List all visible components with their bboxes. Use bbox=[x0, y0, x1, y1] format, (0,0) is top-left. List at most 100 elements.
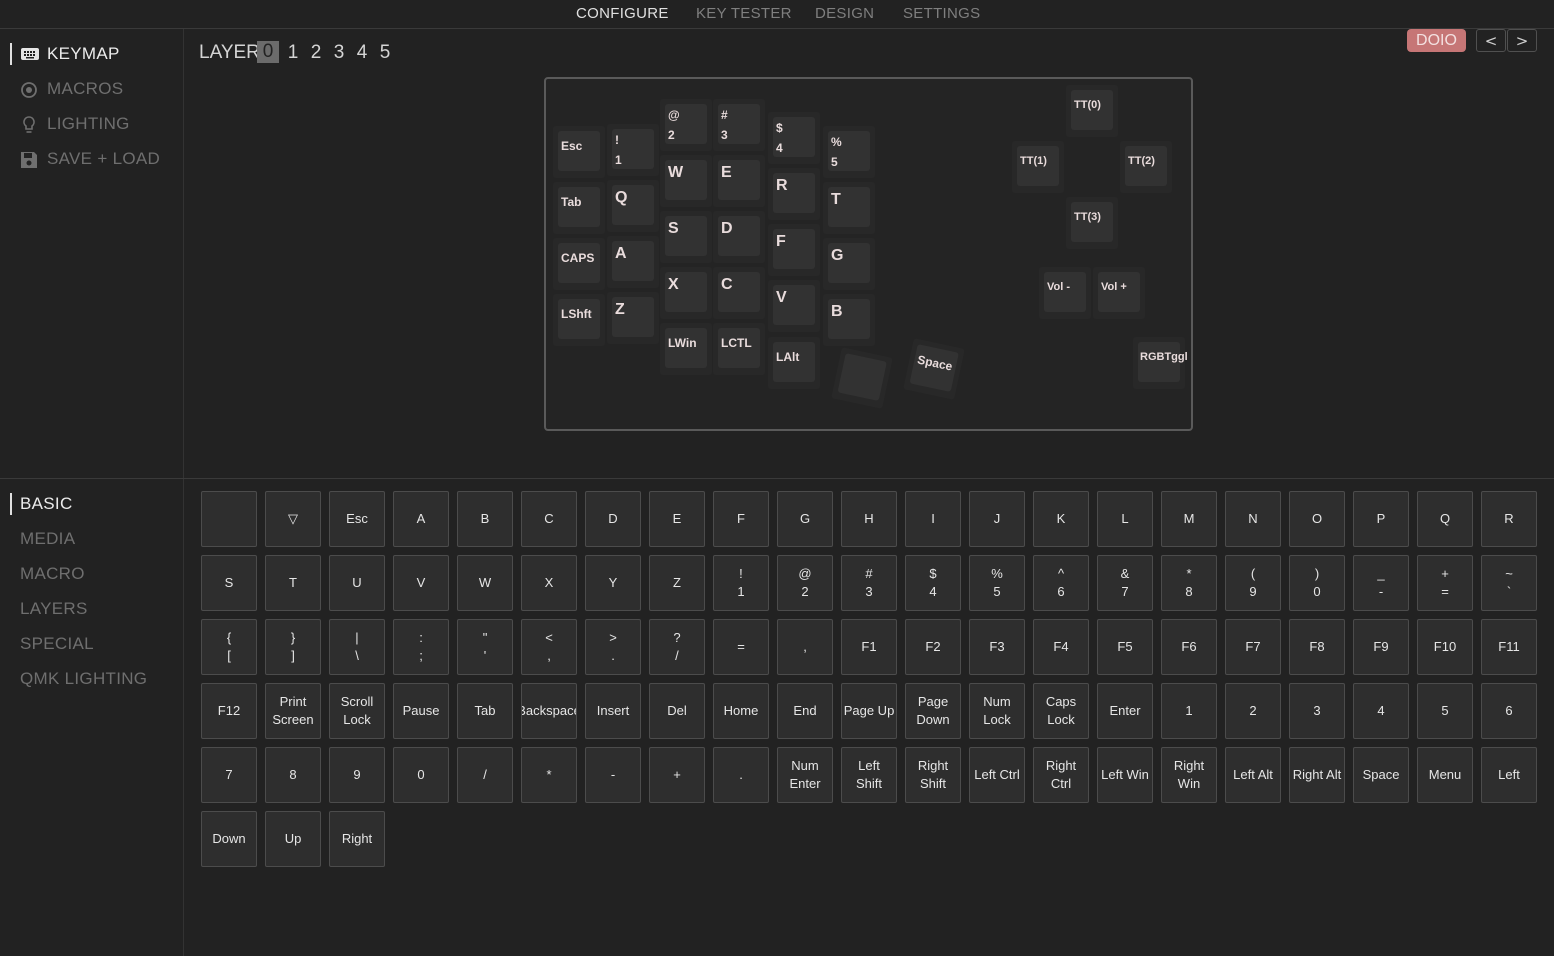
keycode-button[interactable]: # 3 bbox=[841, 555, 897, 611]
keyboard-key-space[interactable]: Space bbox=[903, 338, 965, 400]
keycode-button[interactable]: ^ 6 bbox=[1033, 555, 1089, 611]
keycode-button[interactable]: Q bbox=[1417, 491, 1473, 547]
keycode-button[interactable]: + bbox=[649, 747, 705, 803]
keycode-button[interactable]: Insert bbox=[585, 683, 641, 739]
keycode-button[interactable]: _ - bbox=[1353, 555, 1409, 611]
keycode-button[interactable]: F11 bbox=[1481, 619, 1537, 675]
keyboard-key[interactable]: D bbox=[713, 211, 765, 263]
keyboard-key[interactable]: $ 4 bbox=[768, 112, 820, 164]
keycode-button[interactable]: 7 bbox=[201, 747, 257, 803]
keycode-button[interactable]: A bbox=[393, 491, 449, 547]
sidebar-item-save-load[interactable]: SAVE + LOAD bbox=[20, 149, 160, 169]
keycode-button[interactable]: Space bbox=[1353, 747, 1409, 803]
keycode-button[interactable]: F10 bbox=[1417, 619, 1473, 675]
keycode-button[interactable]: 4 bbox=[1353, 683, 1409, 739]
keyboard-key[interactable]: X bbox=[660, 267, 712, 319]
keycode-button[interactable]: - bbox=[585, 747, 641, 803]
keycode-button[interactable]: ▽ bbox=[265, 491, 321, 547]
keycode-button[interactable]: X bbox=[521, 555, 577, 611]
keycode-button[interactable]: F2 bbox=[905, 619, 961, 675]
keycode-button[interactable]: Caps Lock bbox=[1033, 683, 1089, 739]
keyboard-key[interactable]: CAPS bbox=[553, 238, 605, 290]
keycode-button[interactable]: F6 bbox=[1161, 619, 1217, 675]
keycode-button[interactable]: Right Alt bbox=[1289, 747, 1345, 803]
keyboard-key[interactable]: Vol - bbox=[1039, 267, 1091, 319]
keyboard-key[interactable]: LAlt bbox=[768, 337, 820, 389]
keyboard-key[interactable]: W bbox=[660, 155, 712, 207]
keycode-button[interactable]: Pause bbox=[393, 683, 449, 739]
keycode-button[interactable]: E bbox=[649, 491, 705, 547]
keycode-button[interactable]: K bbox=[1033, 491, 1089, 547]
layer-3-button[interactable]: 3 bbox=[328, 42, 350, 64]
keyboard-key[interactable]: # 3 bbox=[713, 99, 765, 151]
keycode-button[interactable]: ( 9 bbox=[1225, 555, 1281, 611]
tab-settings[interactable]: SETTINGS bbox=[903, 5, 980, 22]
keyboard-key[interactable]: R bbox=[768, 168, 820, 220]
keycode-button[interactable]: Menu bbox=[1417, 747, 1473, 803]
keycode-button[interactable]: Left Ctrl bbox=[969, 747, 1025, 803]
keycode-button[interactable]: Z bbox=[649, 555, 705, 611]
keycode-button[interactable]: = bbox=[713, 619, 769, 675]
keycode-button[interactable]: Scroll Lock bbox=[329, 683, 385, 739]
keycode-button[interactable]: 3 bbox=[1289, 683, 1345, 739]
sidebar-item-lighting[interactable]: LIGHTING bbox=[20, 114, 130, 134]
keycode-button[interactable]: * 8 bbox=[1161, 555, 1217, 611]
prev-device-button[interactable]: < bbox=[1476, 29, 1506, 52]
keycode-button[interactable]: * bbox=[521, 747, 577, 803]
keycode-button[interactable]: Left Alt bbox=[1225, 747, 1281, 803]
keycode-button[interactable]: } ] bbox=[265, 619, 321, 675]
keycode-button[interactable]: < , bbox=[521, 619, 577, 675]
keycode-button[interactable]: Print Screen bbox=[265, 683, 321, 739]
category-macro[interactable]: MACRO bbox=[20, 564, 85, 584]
keycode-button[interactable]: F3 bbox=[969, 619, 1025, 675]
layer-4-button[interactable]: 4 bbox=[351, 42, 373, 64]
keycode-button[interactable]: D bbox=[585, 491, 641, 547]
keycode-button[interactable]: Left Shift bbox=[841, 747, 897, 803]
keyboard-key[interactable]: TT(2) bbox=[1120, 141, 1172, 193]
keycode-button[interactable]: Page Up bbox=[841, 683, 897, 739]
keycode-button[interactable]: F5 bbox=[1097, 619, 1153, 675]
tab-key-tester[interactable]: KEY TESTER bbox=[696, 5, 792, 22]
keycode-button[interactable]: F9 bbox=[1353, 619, 1409, 675]
keyboard-key[interactable]: TT(3) bbox=[1066, 197, 1118, 249]
keyboard-key[interactable]: S bbox=[660, 211, 712, 263]
keycode-button[interactable]: J bbox=[969, 491, 1025, 547]
keyboard-key[interactable]: LWin bbox=[660, 323, 712, 375]
keycode-button[interactable]: Left Win bbox=[1097, 747, 1153, 803]
keycode-button[interactable]: , bbox=[777, 619, 833, 675]
keycode-button[interactable]: : ; bbox=[393, 619, 449, 675]
category-media[interactable]: MEDIA bbox=[20, 529, 75, 549]
device-badge[interactable]: DOIO bbox=[1407, 29, 1466, 52]
tab-design[interactable]: DESIGN bbox=[815, 5, 874, 22]
keycode-button[interactable]: ? / bbox=[649, 619, 705, 675]
keyboard-key[interactable]: G bbox=[823, 238, 875, 290]
keycode-button[interactable]: W bbox=[457, 555, 513, 611]
layer-0-button[interactable]: 0 bbox=[257, 41, 279, 63]
keycode-button[interactable]: $ 4 bbox=[905, 555, 961, 611]
keycode-button[interactable]: 1 bbox=[1161, 683, 1217, 739]
keycode-button[interactable]: Up bbox=[265, 811, 321, 867]
keycode-button[interactable]: S bbox=[201, 555, 257, 611]
keyboard-key[interactable]: F bbox=[768, 224, 820, 276]
keycode-button[interactable] bbox=[201, 491, 257, 547]
keycode-button[interactable]: . bbox=[713, 747, 769, 803]
keyboard-key[interactable]: % 5 bbox=[823, 126, 875, 178]
keycode-button[interactable]: F8 bbox=[1289, 619, 1345, 675]
keycode-button[interactable]: Del bbox=[649, 683, 705, 739]
keycode-button[interactable]: R bbox=[1481, 491, 1537, 547]
keycode-button[interactable]: U bbox=[329, 555, 385, 611]
keyboard-key[interactable]: E bbox=[713, 155, 765, 207]
keyboard-key[interactable]: B bbox=[823, 294, 875, 346]
keycode-button[interactable]: " ' bbox=[457, 619, 513, 675]
category-basic[interactable]: BASIC bbox=[20, 494, 73, 514]
sidebar-item-keymap[interactable]: KEYMAP bbox=[20, 44, 120, 64]
keycode-button[interactable]: N bbox=[1225, 491, 1281, 547]
keyboard-key[interactable]: T bbox=[823, 182, 875, 234]
keyboard-key[interactable]: Z bbox=[607, 292, 659, 344]
category-layers[interactable]: LAYERS bbox=[20, 599, 88, 619]
keycode-button[interactable]: 2 bbox=[1225, 683, 1281, 739]
keycode-button[interactable]: P bbox=[1353, 491, 1409, 547]
category-special[interactable]: SPECIAL bbox=[20, 634, 94, 654]
keycode-button[interactable]: > . bbox=[585, 619, 641, 675]
sidebar-item-macros[interactable]: MACROS bbox=[20, 79, 123, 99]
